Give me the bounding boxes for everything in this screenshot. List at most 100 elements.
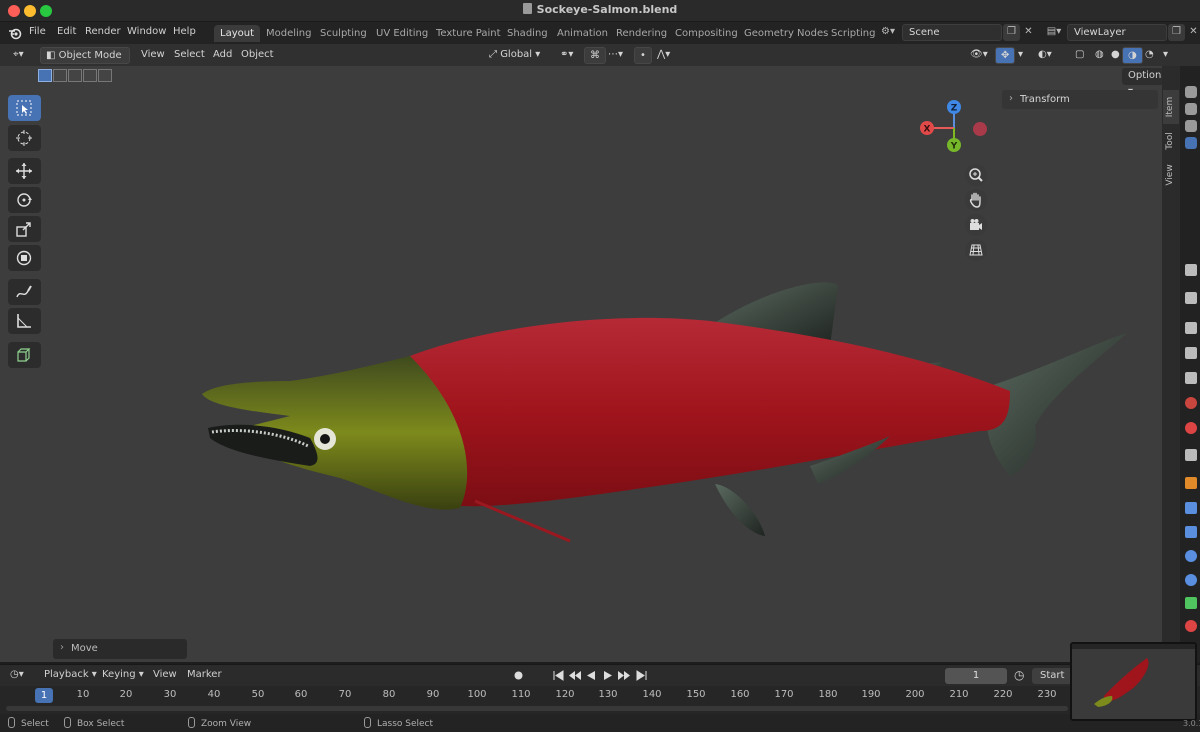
tool-transform[interactable] bbox=[8, 245, 41, 271]
menu-help[interactable]: Help bbox=[173, 26, 196, 37]
shading-rendered-icon[interactable]: ◔ bbox=[1140, 47, 1159, 64]
sidebar-tab-tool[interactable]: Tool bbox=[1163, 126, 1179, 156]
tab-geometry-nodes[interactable]: Geometry Nodes bbox=[738, 25, 834, 42]
tool-measure[interactable] bbox=[8, 308, 41, 334]
menu-marker[interactable]: Marker bbox=[187, 669, 222, 680]
camera-toggle-icon[interactable] bbox=[1185, 86, 1197, 98]
select-extend-icon[interactable] bbox=[53, 69, 67, 82]
view-layer-selector-icon[interactable]: ▤▾ bbox=[1042, 24, 1066, 41]
camera-toggle-icon[interactable] bbox=[1185, 120, 1197, 132]
scene-properties-icon[interactable] bbox=[1185, 397, 1197, 409]
options-dropdown[interactable]: Options ▾ bbox=[1122, 68, 1162, 97]
timeline-ruler[interactable]: 1 10 20 30 40 50 60 70 80 90 100 110 120… bbox=[0, 686, 1200, 714]
particles-properties-icon[interactable] bbox=[1185, 526, 1197, 538]
gizmo-neg-x-axis[interactable] bbox=[973, 122, 987, 136]
tool-properties-icon[interactable] bbox=[1185, 264, 1197, 276]
menu-window[interactable]: Window bbox=[127, 26, 166, 37]
camera-view-button[interactable] bbox=[965, 214, 987, 236]
tab-layout[interactable]: Layout bbox=[214, 25, 260, 42]
clock-icon[interactable]: ◷ bbox=[1014, 668, 1024, 682]
proportional-edit-icon[interactable]: • bbox=[634, 47, 652, 64]
menu-edit[interactable]: Edit bbox=[57, 26, 76, 37]
shading-dropdown-icon[interactable]: ▾ bbox=[1158, 47, 1173, 64]
select-difference-icon[interactable] bbox=[83, 69, 97, 82]
modifier-properties-icon[interactable] bbox=[1185, 502, 1197, 514]
record-icon[interactable] bbox=[512, 669, 525, 682]
sidebar-tab-item[interactable]: Item bbox=[1163, 90, 1179, 124]
menu-keying[interactable]: Keying ▾ bbox=[102, 669, 144, 680]
menu-timeline-view[interactable]: View bbox=[153, 669, 177, 680]
view-layer-field[interactable]: ViewLayer bbox=[1067, 24, 1167, 41]
mode-selector[interactable]: ◧ Object Mode ▾ bbox=[40, 47, 130, 77]
xray-icon[interactable]: ▢ bbox=[1070, 47, 1089, 64]
camera-toggle-icon[interactable] bbox=[1185, 103, 1197, 115]
tab-compositing[interactable]: Compositing bbox=[669, 25, 744, 42]
play-reverse-icon[interactable] bbox=[585, 669, 598, 682]
tool-move[interactable] bbox=[8, 158, 41, 184]
next-keyframe-icon[interactable] bbox=[618, 669, 631, 682]
screenshot-thumbnail[interactable] bbox=[1070, 642, 1197, 721]
navigation-gizmo[interactable]: Z X Y bbox=[912, 96, 992, 156]
tool-annotate[interactable] bbox=[8, 279, 41, 305]
data-properties-icon[interactable] bbox=[1185, 597, 1197, 609]
prev-keyframe-icon[interactable] bbox=[568, 669, 581, 682]
3d-viewport[interactable]: Options ▾ bbox=[0, 66, 1162, 662]
menu-select[interactable]: Select bbox=[169, 47, 210, 64]
pan-view-button[interactable] bbox=[965, 189, 987, 211]
new-view-layer-icon[interactable]: ❐ bbox=[1168, 24, 1185, 41]
menu-view[interactable]: View bbox=[136, 47, 170, 64]
tab-scripting[interactable]: Scripting bbox=[825, 25, 881, 42]
scene-field[interactable]: Scene bbox=[902, 24, 1002, 41]
tool-add-cube[interactable] bbox=[8, 342, 41, 368]
tab-modeling[interactable]: Modeling bbox=[260, 25, 318, 42]
timeline-editor-type-icon[interactable]: ◷▾ bbox=[10, 669, 24, 680]
tab-sculpting[interactable]: Sculpting bbox=[314, 25, 373, 42]
playhead[interactable]: 1 bbox=[35, 688, 53, 703]
salmon-model[interactable] bbox=[190, 216, 1140, 556]
pivot-point-icon[interactable]: ⚭▾ bbox=[555, 47, 578, 64]
object-properties-icon[interactable] bbox=[1185, 477, 1197, 489]
perspective-toggle-button[interactable] bbox=[965, 239, 987, 261]
collection-properties-icon[interactable] bbox=[1185, 449, 1197, 461]
jump-end-icon[interactable] bbox=[635, 669, 648, 682]
physics-properties-icon[interactable] bbox=[1185, 550, 1197, 562]
blender-logo-icon[interactable] bbox=[8, 26, 22, 40]
start-frame-field[interactable]: Start bbox=[1032, 668, 1072, 684]
view-layer-properties-icon[interactable] bbox=[1185, 372, 1197, 384]
jump-start-icon[interactable] bbox=[552, 669, 565, 682]
tool-select-box[interactable] bbox=[8, 95, 41, 121]
tab-shading[interactable]: Shading bbox=[501, 25, 554, 42]
menu-playback[interactable]: Playback ▾ bbox=[44, 669, 97, 680]
current-frame-field[interactable]: 1 bbox=[945, 668, 1007, 684]
object-visibility-icon[interactable]: 👁▾ bbox=[965, 47, 993, 64]
transform-panel[interactable]: › Transform bbox=[1002, 90, 1158, 109]
camera-toggle-icon[interactable] bbox=[1185, 137, 1197, 149]
sidebar-tab-view[interactable]: View bbox=[1163, 158, 1179, 192]
new-scene-icon[interactable]: ❐ bbox=[1003, 24, 1020, 41]
menu-add[interactable]: Add bbox=[208, 47, 237, 64]
tab-animation[interactable]: Animation bbox=[551, 25, 614, 42]
select-new-icon[interactable] bbox=[38, 69, 52, 82]
menu-file[interactable]: File bbox=[29, 26, 46, 37]
tab-texture-paint[interactable]: Texture Paint bbox=[430, 25, 507, 42]
gizmo-dropdown-icon[interactable]: ▾ bbox=[1013, 47, 1028, 64]
delete-scene-icon[interactable]: ✕ bbox=[1020, 24, 1037, 41]
tool-cursor[interactable] bbox=[8, 125, 41, 151]
timeline-scrollbar[interactable] bbox=[6, 706, 1068, 711]
menu-object[interactable]: Object bbox=[236, 47, 279, 64]
output-properties-icon[interactable] bbox=[1185, 347, 1197, 359]
scene-selector-icon[interactable]: ⚙▾ bbox=[876, 24, 900, 41]
transform-orientation-selector[interactable]: ⤢ Global ▾ bbox=[484, 47, 545, 64]
tab-uv-editing[interactable]: UV Editing bbox=[370, 25, 434, 42]
tab-rendering[interactable]: Rendering bbox=[610, 25, 673, 42]
last-operator-panel[interactable]: › Move bbox=[53, 639, 187, 659]
snap-target-icon[interactable]: ⋯▾ bbox=[603, 47, 628, 64]
select-subtract-icon[interactable] bbox=[68, 69, 82, 82]
tool-scale[interactable] bbox=[8, 216, 41, 242]
constraints-properties-icon[interactable] bbox=[1185, 574, 1197, 586]
select-intersect-icon[interactable] bbox=[98, 69, 112, 82]
editor-type-icon[interactable]: ⌖▾ bbox=[8, 47, 29, 64]
tool-settings-icon[interactable] bbox=[1185, 292, 1197, 304]
menu-render[interactable]: Render bbox=[85, 26, 121, 37]
tool-rotate[interactable] bbox=[8, 187, 41, 213]
